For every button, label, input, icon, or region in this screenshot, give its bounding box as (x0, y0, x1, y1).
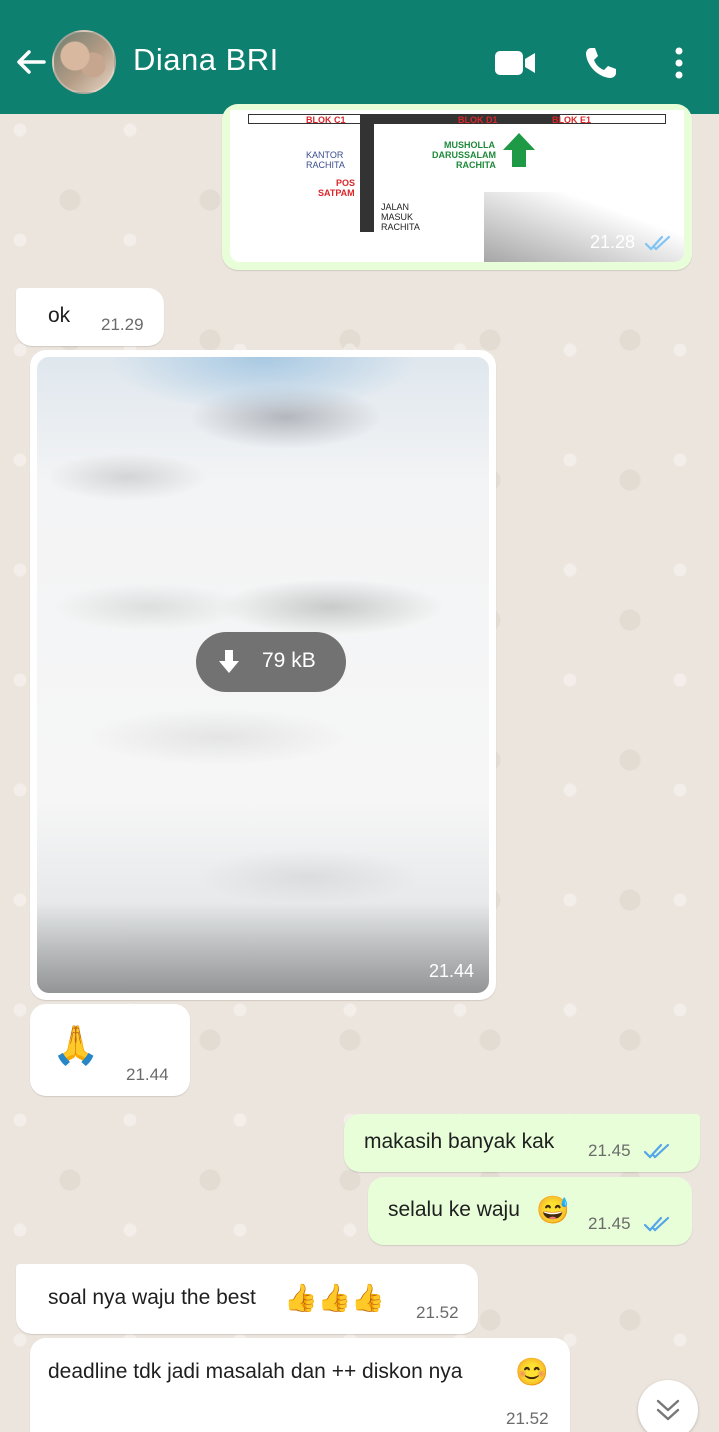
message-time: 21.45 (588, 1141, 631, 1160)
avatar[interactable] (52, 30, 116, 94)
message-text: soal nya waju the best (48, 1286, 256, 1309)
map-label-blok-d1: BLOK D1 (458, 115, 498, 125)
status-bar (0, 0, 719, 12)
emoji-message: 🙏 (52, 1025, 100, 1067)
message-text: selalu ke waju (388, 1198, 520, 1221)
chat-header: Diana BRI (0, 12, 719, 114)
message-time: 21.52 (416, 1303, 459, 1322)
map-label-blok-e1: BLOK E1 (552, 115, 592, 125)
map-road-vertical (360, 114, 374, 232)
map-label-pos: POS (336, 178, 356, 188)
map-label-darussalam: DARUSSALAM (432, 150, 496, 160)
map-label-blok-c1: BLOK C1 (306, 115, 346, 125)
map-label-rachita-3: RACHITA (381, 222, 420, 232)
voice-call-icon[interactable] (583, 45, 619, 81)
more-options-icon[interactable] (672, 46, 686, 80)
outgoing-message[interactable]: selalu ke waju 😅 21.45 (368, 1177, 692, 1245)
read-ticks-icon (643, 1216, 670, 1232)
emoji: 😅 (536, 1195, 570, 1225)
download-button[interactable]: 79 kB (196, 632, 346, 692)
incoming-image-message[interactable]: 79 kB 21.44 (30, 350, 496, 1000)
map-label-kantor: KANTOR (306, 150, 344, 160)
incoming-message[interactable]: 🙏 21.44 (30, 1004, 190, 1096)
download-arrow-icon (219, 650, 239, 673)
video-call-icon[interactable] (494, 48, 536, 78)
message-time: 21.45 (588, 1214, 631, 1233)
map-image-message[interactable]: BLOK C1 BLOK D1 BLOK E1 KANTOR RACHITA P… (222, 104, 692, 270)
map-label-rachita-2: RACHITA (456, 160, 496, 170)
message-time: 21.29 (101, 315, 144, 334)
message-time: 21.44 (126, 1065, 169, 1084)
double-chevron-down-icon (656, 1399, 680, 1421)
map-label-satpam: SATPAM (318, 188, 355, 198)
emoji: 😊 (515, 1357, 549, 1387)
read-ticks-icon (643, 1143, 670, 1159)
scroll-to-bottom-button[interactable] (638, 1380, 698, 1432)
message-time: 21.28 (590, 232, 636, 252)
map-label-jalan: JALAN (381, 202, 410, 212)
download-size: 79 kB (262, 649, 316, 672)
message-text: ok (48, 304, 71, 327)
contact-name[interactable]: Diana BRI (133, 42, 279, 78)
map-label-musholla: MUSHOLLA (444, 140, 495, 150)
message-time: 21.52 (506, 1409, 549, 1428)
outgoing-message[interactable]: makasih banyak kak 21.45 (344, 1114, 700, 1172)
message-text: makasih banyak kak (364, 1130, 555, 1153)
back-arrow-icon[interactable] (14, 45, 48, 79)
incoming-message[interactable]: soal nya waju the best 👍👍👍 21.52 (16, 1264, 478, 1334)
emoji: 👍👍👍 (284, 1283, 385, 1313)
map-label-masuk: MASUK (381, 212, 414, 222)
read-ticks-icon (644, 235, 671, 251)
blurred-image-preview[interactable]: 79 kB 21.44 (37, 357, 489, 993)
incoming-message[interactable]: deadline tdk jadi masalah dan ++ diskon … (30, 1338, 570, 1432)
map-label-rachita: RACHITA (306, 160, 345, 170)
map-arrow-up-icon (503, 133, 535, 167)
incoming-message[interactable]: ok 21.29 (16, 288, 164, 346)
image-shade (37, 903, 489, 993)
message-text: deadline tdk jadi masalah dan ++ diskon … (48, 1360, 463, 1383)
message-time: 21.44 (429, 961, 475, 981)
